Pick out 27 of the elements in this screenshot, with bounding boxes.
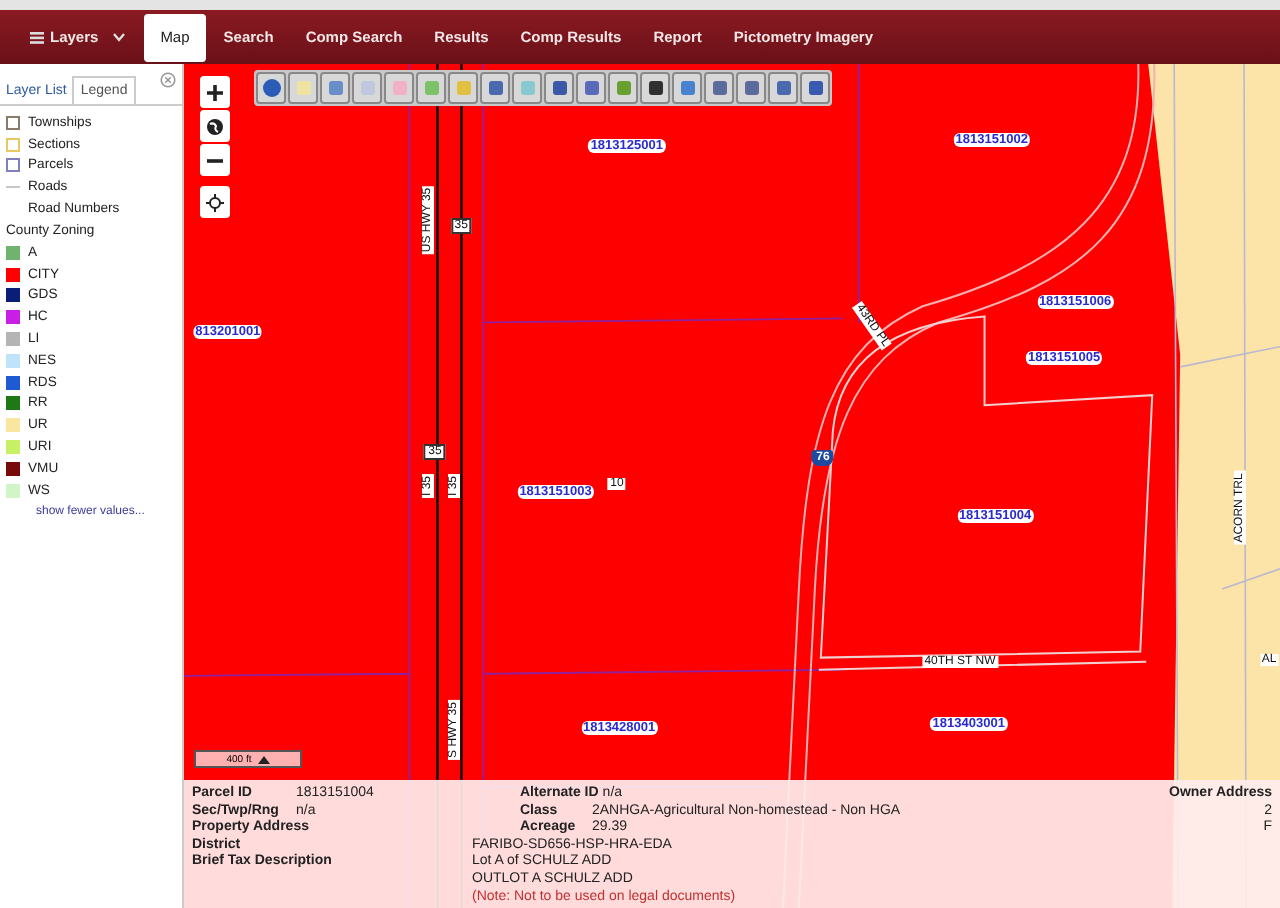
crosshair-icon <box>206 193 224 211</box>
comment-button[interactable] <box>288 72 318 104</box>
list-icon <box>30 31 44 43</box>
caret-icon <box>112 32 127 42</box>
zoom-out-button[interactable] <box>200 144 230 176</box>
dots-button[interactable] <box>704 72 734 104</box>
zoom-in-button[interactable] <box>200 76 230 108</box>
compass-button[interactable] <box>640 72 670 104</box>
camera-button[interactable] <box>480 72 510 104</box>
cloud-button[interactable] <box>352 72 382 104</box>
layers-button[interactable] <box>512 72 542 104</box>
close-icon[interactable] <box>160 72 176 88</box>
locate-button[interactable] <box>200 186 230 218</box>
caret-icon <box>257 755 270 763</box>
globe-icon <box>206 117 224 135</box>
image-button[interactable] <box>416 72 446 104</box>
info-icon <box>261 78 281 98</box>
globe-button[interactable] <box>200 110 230 142</box>
info-button[interactable] <box>256 72 286 104</box>
zoom-area-button[interactable] <box>576 72 606 104</box>
network-button[interactable] <box>544 72 574 104</box>
save-button[interactable] <box>800 72 830 104</box>
pin-button[interactable] <box>448 72 478 104</box>
eraser-button[interactable] <box>384 72 414 104</box>
route-button[interactable] <box>768 72 798 104</box>
share-button[interactable] <box>736 72 766 104</box>
plus-icon <box>206 83 224 101</box>
